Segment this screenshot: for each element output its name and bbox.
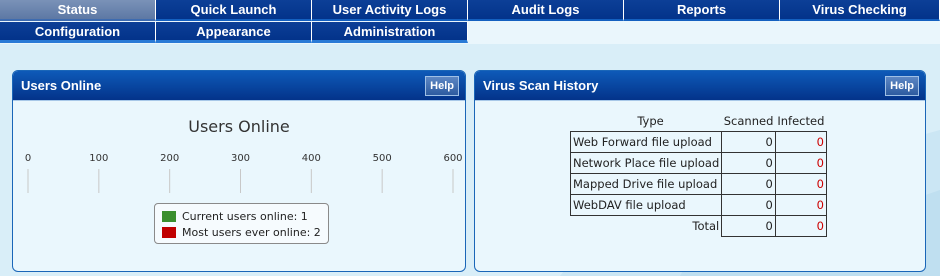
row-scanned: 0 [721, 131, 776, 153]
axis-tick-label: 400 [302, 153, 321, 164]
row-type: Web Forward file upload [569, 131, 723, 153]
axis-tick-label: 100 [89, 153, 108, 164]
axis-tick-label: 500 [373, 153, 392, 164]
legend-item-current: Current users online: 1 [162, 208, 321, 224]
tab-administration[interactable]: Administration [312, 22, 468, 43]
column-header-infected: Infected [777, 114, 825, 128]
table-row: WebDAV file upload 0 0 [569, 194, 827, 216]
virus-scan-table: Type Scanned Infected Web Forward file u… [569, 111, 827, 237]
row-type: Mapped Drive file upload [569, 173, 723, 195]
column-header-scanned: Scanned [723, 114, 774, 128]
help-button[interactable]: Help [885, 75, 919, 96]
axis-tick-label: 200 [160, 153, 179, 164]
legend-swatch-current [162, 210, 176, 222]
tab-virus-checking[interactable]: Virus Checking [780, 0, 940, 21]
total-scanned: 0 [721, 215, 776, 237]
tab-appearance[interactable]: Appearance [156, 22, 312, 43]
column-header-type: Type [637, 114, 664, 128]
table-row: Mapped Drive file upload 0 0 [569, 173, 827, 195]
row-scanned: 0 [721, 173, 776, 195]
users-online-panel: Users Online Help Users Online 0 100 200 30… [12, 70, 466, 272]
tab-user-activity-logs[interactable]: User Activity Logs [312, 0, 468, 21]
tab-configuration[interactable]: Configuration [0, 22, 156, 43]
legend-label-most: Most users ever online: 2 [182, 225, 321, 239]
panel-title: Users Online [21, 78, 102, 93]
tab-quick-launch[interactable]: Quick Launch [156, 0, 312, 21]
table-row: Network Place file upload 0 0 [569, 152, 827, 174]
legend-item-most: Most users ever online: 2 [162, 224, 321, 240]
tab-status[interactable]: Status [0, 0, 156, 21]
main-navigation: Status Quick Launch User Activity Logs A… [0, 0, 940, 44]
total-infected: 0 [774, 215, 827, 237]
table-total-row: Total 0 0 [570, 215, 827, 237]
panel-title: Virus Scan History [483, 78, 599, 93]
chart-legend: Current users online: 1 Most users ever … [154, 203, 329, 244]
row-scanned: 0 [721, 194, 776, 216]
row-infected: 0 [774, 173, 827, 195]
row-type: WebDAV file upload [569, 194, 723, 216]
table-header-row: Type Scanned Infected [571, 111, 827, 132]
help-button[interactable]: Help [425, 75, 459, 96]
tab-audit-logs[interactable]: Audit Logs [468, 0, 624, 21]
tab-reports[interactable]: Reports [624, 0, 780, 21]
users-online-axis: 0 100 200 300 400 500 600 [25, 153, 463, 193]
legend-swatch-most [162, 226, 176, 238]
row-scanned: 0 [721, 152, 776, 174]
row-type: Network Place file upload [569, 152, 723, 174]
virus-scan-header: Virus Scan History Help [475, 71, 925, 101]
users-online-header: Users Online Help [13, 71, 465, 101]
axis-tick-label: 0 [25, 153, 31, 164]
row-infected: 0 [774, 152, 827, 174]
row-infected: 0 [774, 131, 827, 153]
virus-scan-history-panel: Virus Scan History Help Type Scanned Inf… [474, 70, 926, 272]
axis-tick-label: 300 [231, 153, 250, 164]
legend-label-current: Current users online: 1 [182, 209, 308, 223]
nav-row-secondary: Configuration Appearance Administration [0, 22, 940, 43]
nav-row-primary: Status Quick Launch User Activity Logs A… [0, 0, 940, 21]
total-label: Total [570, 215, 723, 237]
row-infected: 0 [774, 194, 827, 216]
axis-tick-label: 600 [443, 153, 462, 164]
chart-title: Users Online [188, 117, 290, 136]
table-row: Web Forward file upload 0 0 [569, 131, 827, 153]
